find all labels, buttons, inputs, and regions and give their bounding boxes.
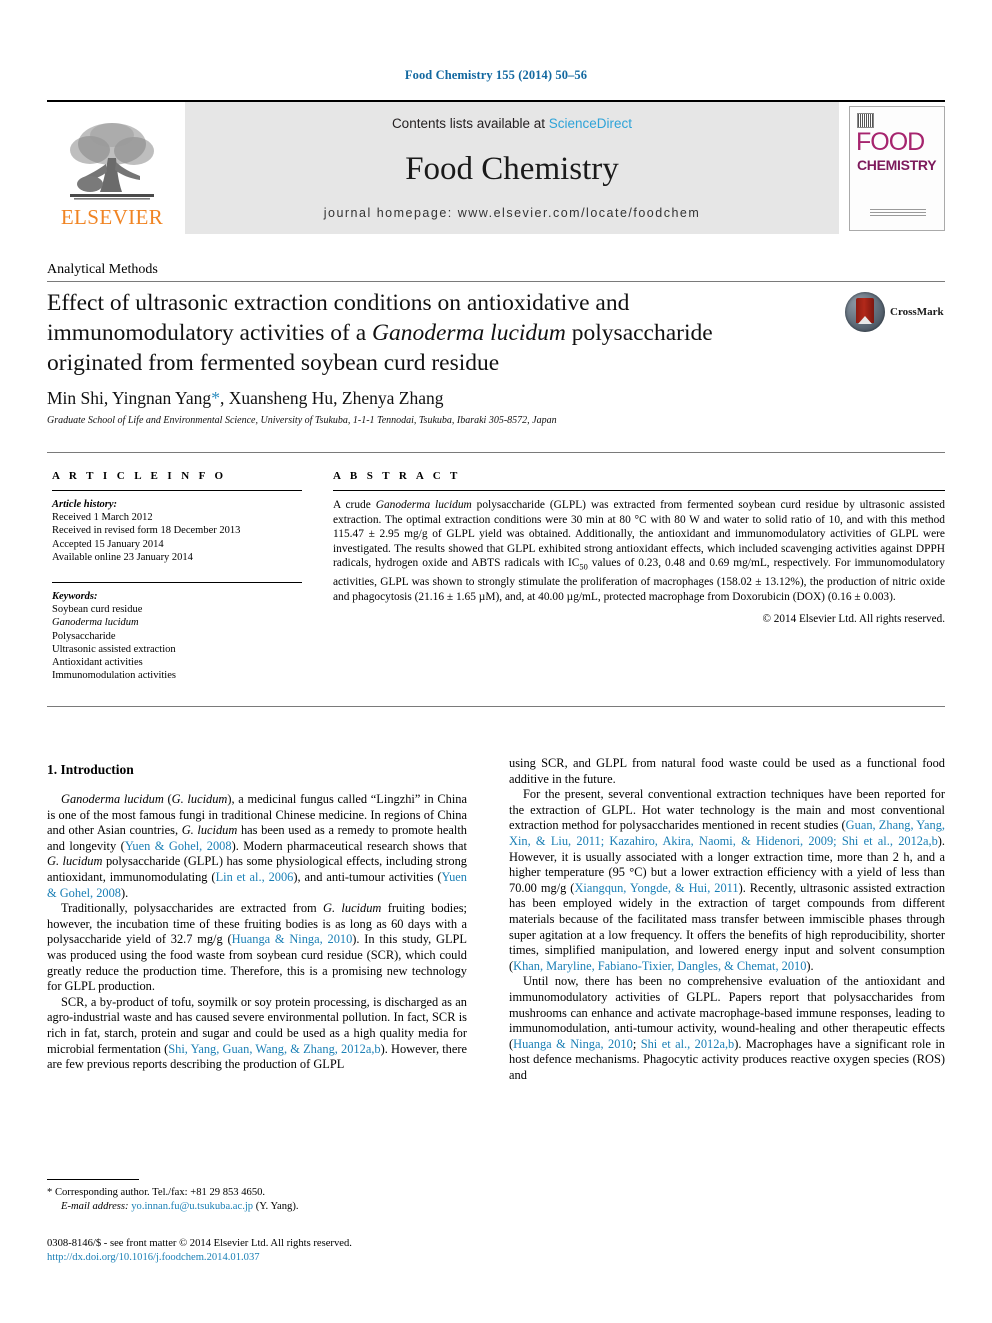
divider-keywords [52, 582, 302, 584]
p1-species-1: Ganoderma lucidum [61, 792, 164, 806]
sciencedirect-link[interactable]: ScienceDirect [549, 116, 632, 131]
body-column-right: using SCR, and GLPL from natural food wa… [509, 756, 945, 1083]
issn-copyright-line: 0308-8146/$ - see front matter © 2014 El… [47, 1238, 352, 1249]
article-info-column: A R T I C L E I N F O Article history: R… [52, 470, 302, 682]
keywords-block: Keywords: Soybean curd residue Ganoderma… [52, 590, 302, 682]
divider-footnote [47, 1179, 139, 1180]
citation-link[interactable]: Xiangqun, Yongde, & Hui, 2011 [574, 881, 738, 895]
p1-k: ). [121, 885, 129, 900]
p2-species: G. lucidum [323, 901, 382, 916]
keyword-item: Soybean curd residue [52, 604, 143, 616]
section-heading-introduction: 1. Introduction [47, 762, 134, 777]
authors-main: Min Shi, Yingnan Yang [47, 388, 212, 408]
article-history-label: Article history: [52, 499, 118, 510]
paragraph-right-2: For the present, several conventional ex… [509, 787, 945, 974]
body-column-left: 1. Introduction Ganoderma lucidum (G. lu… [47, 762, 467, 1073]
crossmark-badge-group[interactable]: CrossMark [845, 292, 945, 338]
history-item: Received in revised form 18 December 201… [52, 525, 241, 537]
citation-link[interactable]: Huanga & Ninga, 2010 [232, 932, 353, 946]
cover-food-text: FOOD [856, 127, 925, 156]
crossmark-triangle-shape [858, 316, 872, 324]
corresponding-author-note: * Corresponding author. Tel./fax: +81 29… [47, 1186, 477, 1200]
barcode-icon [857, 112, 874, 128]
p1-b: ( [163, 792, 172, 806]
paragraph-left-3: SCR, a by-product of tofu, soymilk or so… [47, 995, 467, 1073]
elsevier-wordmark: ELSEVIER [60, 205, 164, 229]
keywords-label: Keywords: [52, 591, 98, 603]
journal-cover-thumbnail: FOOD CHEMISTRY [849, 105, 945, 231]
journal-homepage-link[interactable]: journal homepage: www.elsevier.com/locat… [324, 206, 701, 220]
abstract-species-italic: Ganoderma lucidum [375, 499, 472, 511]
p1-g: ). Modern pharmaceutical research shows … [231, 838, 467, 853]
abstract-heading: A B S T R A C T [333, 470, 461, 482]
paragraph-left-2: Traditionally, polysaccharides are extra… [47, 901, 467, 995]
history-item: Received 1 March 2012 [52, 512, 153, 524]
masthead-band: Contents lists available at ScienceDirec… [185, 102, 839, 234]
journal-masthead: ELSEVIER Contents lists available at Sci… [47, 100, 945, 234]
citation-link[interactable]: Shi, Yang, Guan, Wang, & Zhang, 2012a,b [168, 1042, 380, 1056]
abstract-part-a: A crude [333, 499, 376, 511]
journal-title: Food Chemistry [405, 151, 619, 187]
p1-species-3: G. lucidum [181, 823, 238, 838]
keyword-item: Ganoderma lucidum [52, 617, 139, 629]
citation-link[interactable]: Khan, Maryline, Fabiano-Tixier, Dangles,… [513, 959, 806, 973]
copyright-line: © 2014 Elsevier Ltd. All rights reserved… [762, 613, 946, 626]
paper-page: Food Chemistry 155 (2014) 50–56 ELSEVIER… [0, 0, 992, 1323]
email-note: E-mail address: yo.innan.fu@u.tsukuba.ac… [47, 1200, 477, 1214]
email-label: E-mail address: [61, 1201, 129, 1212]
rp2-d: ). [806, 958, 814, 973]
keyword-item: Polysaccharide [52, 630, 116, 642]
divider-panel-top [47, 452, 945, 453]
divider-under-kind [47, 281, 945, 282]
page-title: Effect of ultrasonic extraction conditio… [47, 288, 807, 378]
history-item: Accepted 15 January 2014 [52, 538, 164, 550]
divider-panel-bottom [47, 706, 945, 707]
cover-footer-lines [870, 208, 926, 218]
paragraph-left-1: Ganoderma lucidum (G. lucidum), a medici… [47, 792, 467, 901]
elsevier-logo: ELSEVIER [47, 102, 177, 234]
crossmark-icon [845, 292, 885, 332]
keyword-item: Ultrasonic assisted extraction [52, 643, 176, 655]
corresponding-author-marker[interactable]: * [211, 388, 220, 408]
citation-link[interactable]: Shi et al., 2012a,b [641, 1037, 735, 1051]
cover-chemistry-text: CHEMISTRY [857, 156, 937, 173]
contents-line: Contents lists available at ScienceDirec… [392, 116, 632, 131]
citation-link[interactable]: Huanga & Ninga, 2010 [513, 1037, 633, 1051]
article-info-heading: A R T I C L E I N F O [52, 470, 227, 482]
doi-link[interactable]: http://dx.doi.org/10.1016/j.foodchem.201… [47, 1251, 527, 1265]
article-history-block: Article history: Received 1 March 2012 R… [52, 498, 302, 564]
paragraph-right-1: using SCR, and GLPL from natural food wa… [509, 756, 945, 786]
article-section-kind: Analytical Methods [47, 262, 158, 277]
abstract-text: A crude Ganoderma lucidum polysaccharide… [333, 498, 945, 604]
p1-j: ), and anti-tumour activities ( [293, 869, 442, 884]
keyword-item: Antioxidant activities [52, 657, 143, 669]
footnote-block: * Corresponding author. Tel./fax: +81 29… [47, 1186, 477, 1214]
abstract-column: A B S T R A C T A crude Ganoderma lucidu… [333, 470, 945, 625]
email-link[interactable]: yo.innan.fu@u.tsukuba.ac.jp [131, 1201, 253, 1212]
footer-block: 0308-8146/$ - see front matter © 2014 El… [47, 1237, 527, 1264]
affiliation: Graduate School of Life and Environmenta… [47, 415, 557, 426]
paragraph-right-3: Until now, there has been no comprehensi… [509, 974, 945, 1083]
corresponding-author-text: Corresponding author. Tel./fax: +81 29 8… [52, 1187, 266, 1198]
divider-abstract-heading [333, 490, 945, 491]
elsevier-tree-icon [70, 123, 154, 200]
authors-rest: , Xuansheng Hu, Zhenya Zhang [219, 388, 444, 408]
email-owner: (Y. Yang). [253, 1201, 299, 1212]
author-list: Min Shi, Yingnan Yang*, Xuansheng Hu, Zh… [47, 388, 847, 409]
divider-info-heading [52, 490, 302, 491]
history-item: Available online 23 January 2014 [52, 551, 193, 563]
citation-link[interactable]: Yuen & Gohel, 2008 [125, 839, 232, 853]
title-species-italic: Ganoderma lucidum [372, 320, 566, 346]
running-head: Food Chemistry 155 (2014) 50–56 [404, 68, 588, 82]
crossmark-label: CrossMark [890, 306, 944, 318]
abstract-ic50-subscript: 50 [579, 562, 588, 572]
contents-prefix: Contents lists available at [391, 116, 549, 131]
p1-species-4: G. lucidum [47, 854, 103, 869]
p2-a: Traditionally, polysaccharides are extra… [61, 901, 324, 916]
rp3-mid: ; [632, 1036, 641, 1051]
keyword-item: Immunomodulation activities [52, 670, 176, 682]
citation-link[interactable]: Lin et al., 2006 [216, 870, 294, 884]
p1-species-2: G. lucidum [171, 792, 228, 806]
